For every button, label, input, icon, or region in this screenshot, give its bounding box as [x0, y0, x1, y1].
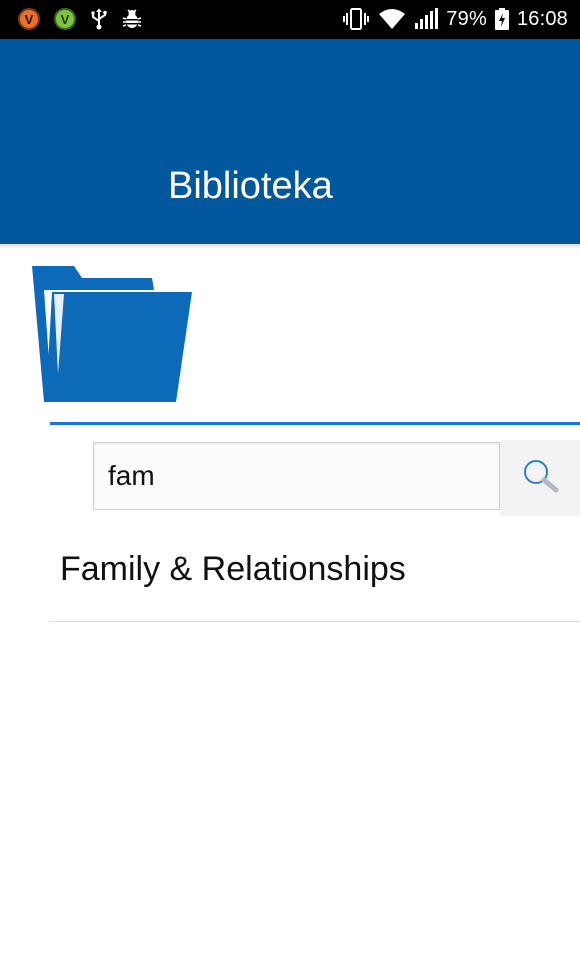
signal-icon	[414, 8, 439, 30]
status-bar: V V 79% 16:08	[0, 0, 580, 39]
app-bar-shadow	[0, 244, 580, 249]
search-input[interactable]	[93, 442, 500, 510]
battery-percent: 79%	[446, 7, 487, 30]
result-label: Family & Relationships	[60, 550, 406, 588]
notification-icons: V V	[18, 8, 142, 30]
wifi-icon	[378, 8, 406, 30]
v-app-notification-icon: V	[54, 8, 76, 30]
clock-time: 16:08	[516, 7, 568, 30]
search-icon	[520, 456, 560, 501]
vibrate-icon	[342, 8, 370, 30]
section-divider	[50, 422, 580, 425]
list-item[interactable]: Family & Relationships	[50, 530, 580, 622]
bug-icon	[122, 9, 142, 29]
app-title: Biblioteka	[168, 165, 333, 207]
v-app-notification-icon: V	[18, 8, 40, 30]
folder-icon	[30, 264, 194, 406]
usb-icon	[90, 8, 108, 30]
search-button[interactable]	[500, 440, 580, 516]
system-status-icons: 79% 16:08	[342, 6, 568, 32]
app-bar: Biblioteka	[0, 39, 580, 244]
battery-charging-icon	[494, 8, 509, 30]
